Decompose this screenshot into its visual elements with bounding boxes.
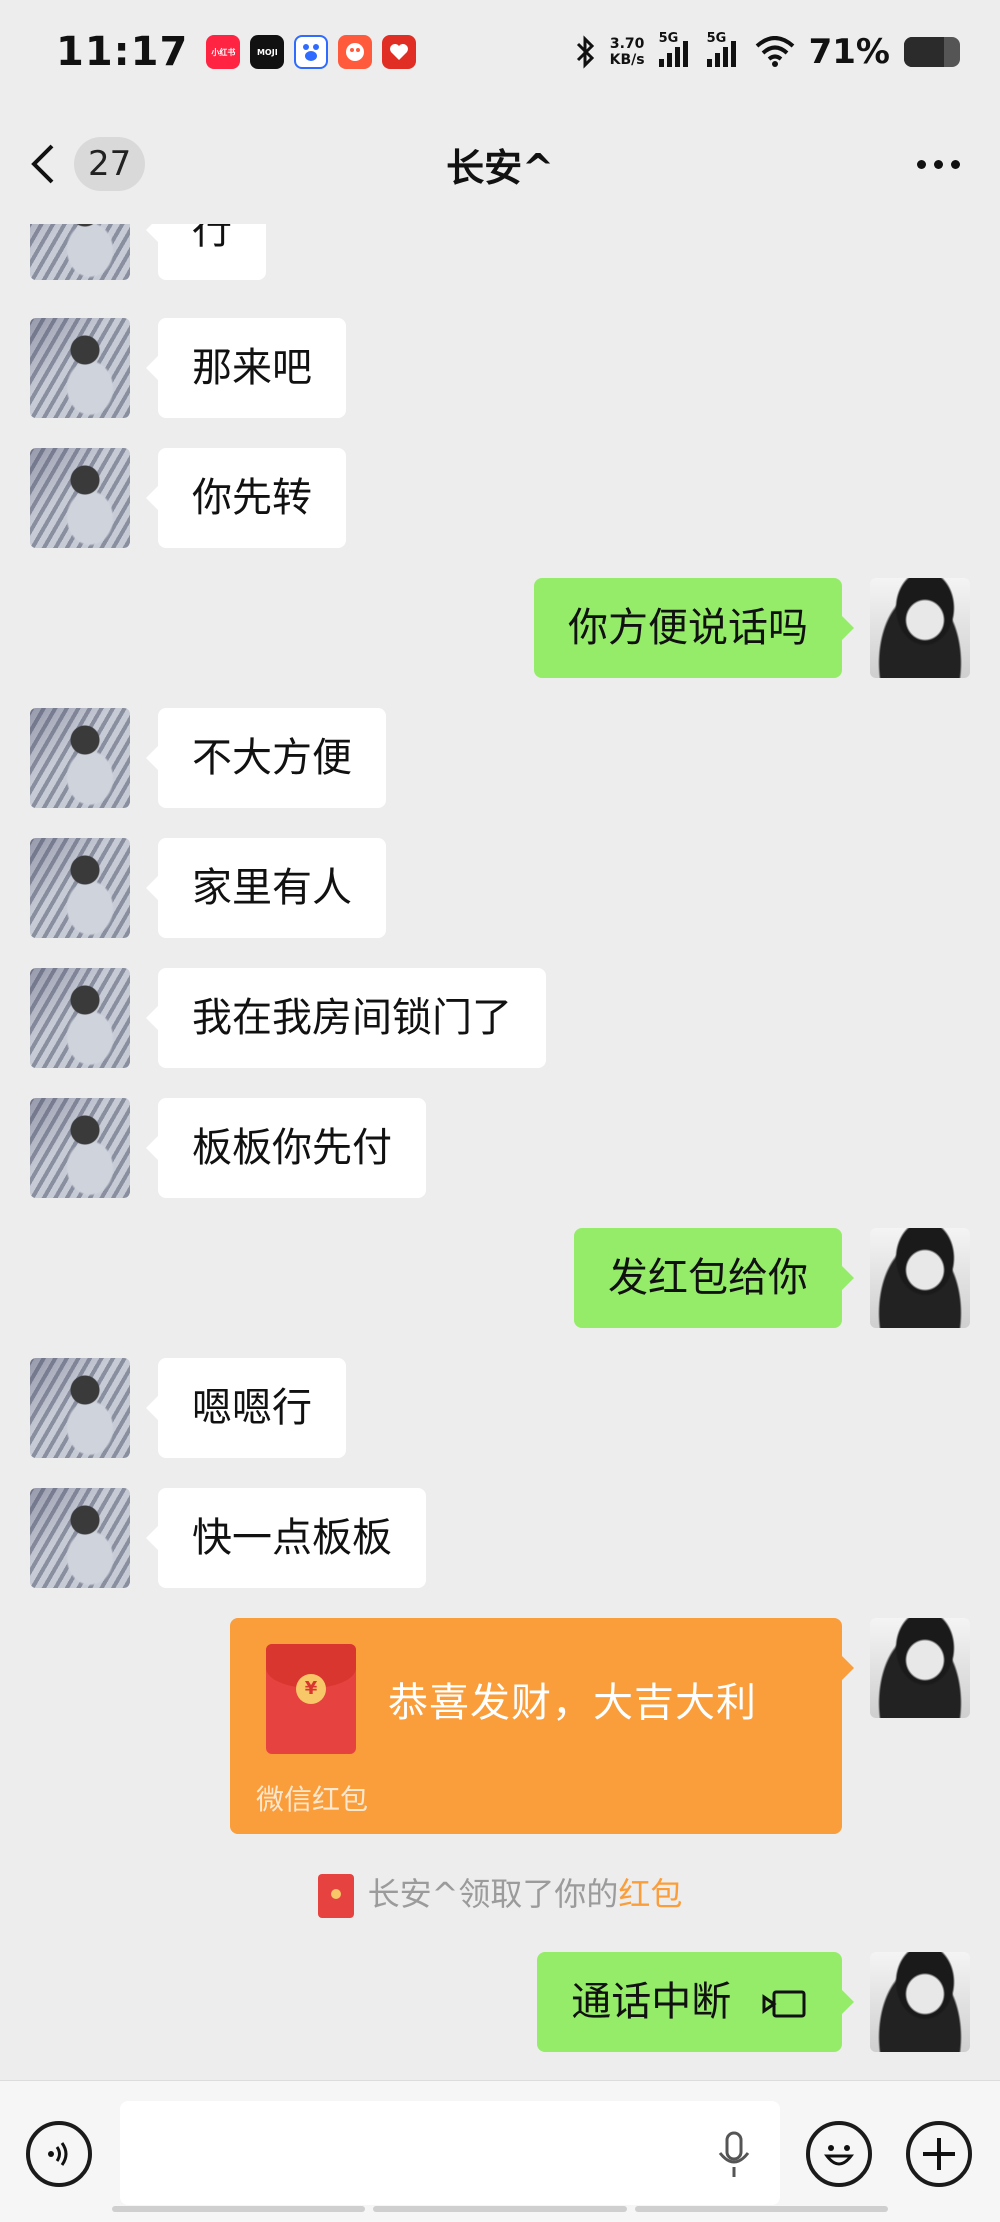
contact-avatar[interactable] xyxy=(30,968,130,1068)
signal-strength-1: 5G xyxy=(658,31,693,67)
network-speed: 3.70 KB/s xyxy=(610,36,645,68)
message-bubble[interactable]: 你先转 xyxy=(146,448,346,548)
battery-percent: 71% xyxy=(808,32,890,72)
video-call-icon xyxy=(762,1990,806,2018)
contact-avatar[interactable] xyxy=(30,224,130,280)
xiaohongshu-icon: 小红书 xyxy=(206,35,241,69)
contact-avatar[interactable] xyxy=(30,1098,130,1198)
voice-wave-icon xyxy=(48,2142,68,2166)
message-row: 你先转 xyxy=(0,448,1000,548)
signal-strength-2: 5G xyxy=(706,31,741,67)
chat-header: 27 长安^ xyxy=(0,104,1000,224)
red-packet-small-icon xyxy=(317,1874,354,1918)
contact-avatar[interactable] xyxy=(30,708,130,808)
smiley-icon xyxy=(823,2145,855,2166)
status-indicators: 3.70 KB/s 5G 5G 71% xyxy=(574,31,960,72)
network-speed-unit: KB/s xyxy=(609,52,645,68)
unread-count-badge[interactable]: 27 xyxy=(74,137,146,191)
microphone-icon[interactable] xyxy=(714,2131,754,2179)
contact-avatar[interactable] xyxy=(30,838,130,938)
message-bubble[interactable]: 板板你先付 xyxy=(146,1098,426,1198)
battery-level-fill xyxy=(904,37,944,67)
my-avatar[interactable] xyxy=(870,1952,970,2052)
message-row: 发红包给你 xyxy=(0,1228,1000,1328)
red-packet-row: ¥ 恭喜发财，大吉大利 微信红包 xyxy=(0,1618,1000,1834)
message-bubble[interactable]: 发红包给你 xyxy=(574,1228,854,1328)
baidu-icon xyxy=(294,35,329,69)
home-indicator xyxy=(112,2206,888,2212)
status-bar: 11:17 小红书 MOJI 3.70 KB/s 5G 5G 71% xyxy=(0,0,1000,104)
red-packet-link[interactable]: 红包 xyxy=(618,1875,682,1913)
message-row: 家里有人 xyxy=(0,838,1000,938)
plus-icon xyxy=(923,2138,955,2170)
network-speed-value: 3.70 xyxy=(609,36,645,52)
message-row: 你方便说话吗 xyxy=(0,578,1000,678)
message-bubble[interactable]: 我在我房间锁门了 xyxy=(146,968,546,1068)
wifi-icon xyxy=(755,36,794,67)
my-avatar[interactable] xyxy=(870,1228,970,1328)
system-notice-text: 长安^领取了你的 xyxy=(367,1875,619,1913)
status-time: 11:17 xyxy=(56,29,189,75)
voice-input-button[interactable] xyxy=(26,2121,92,2187)
call-message-text: 通话中断 xyxy=(571,1979,732,2025)
message-input[interactable] xyxy=(120,2101,780,2205)
red-packet-card[interactable]: ¥ 恭喜发财，大吉大利 微信红包 xyxy=(230,1618,854,1834)
signal-1-label: 5G xyxy=(658,31,679,46)
red-packet-greeting: 恭喜发财，大吉大利 xyxy=(388,1680,757,1726)
message-row: 我在我房间锁门了 xyxy=(0,968,1000,1068)
message-bubble[interactable]: 快一点板板 xyxy=(146,1488,426,1588)
call-message-row: 通话中断 xyxy=(0,1952,1000,2052)
notification-app-icons: 小红书 MOJI xyxy=(206,35,417,69)
message-row: 行 xyxy=(0,224,1000,280)
red-envelope-icon: ¥ xyxy=(266,1644,356,1754)
chat-title: 长安^ xyxy=(446,145,554,190)
contact-avatar[interactable] xyxy=(30,1358,130,1458)
contact-avatar[interactable] xyxy=(30,318,130,418)
more-options-icon[interactable] xyxy=(907,150,970,179)
emoji-button[interactable] xyxy=(806,2121,872,2187)
contact-avatar[interactable] xyxy=(30,1488,130,1588)
message-bubble[interactable]: 你方便说话吗 xyxy=(534,578,854,678)
message-bubble[interactable]: 嗯嗯行 xyxy=(146,1358,346,1458)
moji-icon: MOJI xyxy=(250,35,285,69)
message-row: 那来吧 xyxy=(0,318,1000,418)
message-row: 嗯嗯行 xyxy=(0,1358,1000,1458)
coin-icon: ¥ xyxy=(296,1674,326,1704)
bluetooth-icon xyxy=(576,35,594,69)
more-actions-button[interactable] xyxy=(906,2121,972,2187)
game-icon xyxy=(338,35,373,69)
message-row: 快一点板板 xyxy=(0,1488,1000,1588)
pinduoduo-icon xyxy=(382,35,417,69)
message-row: 板板你先付 xyxy=(0,1098,1000,1198)
message-bubble[interactable]: 不大方便 xyxy=(146,708,386,808)
input-bar xyxy=(0,2080,1000,2222)
message-bubble[interactable]: 行 xyxy=(146,224,266,280)
contact-avatar[interactable] xyxy=(30,448,130,548)
message-bubble[interactable]: 那来吧 xyxy=(146,318,346,418)
back-arrow-icon[interactable] xyxy=(30,134,70,194)
call-message-bubble[interactable]: 通话中断 xyxy=(537,1952,854,2052)
message-list[interactable]: 行 那来吧 你先转 你方便说话吗 不大方便 家里有人 我在我房间锁门了 板板你先… xyxy=(0,224,1000,2080)
my-avatar[interactable] xyxy=(870,578,970,678)
message-bubble[interactable]: 家里有人 xyxy=(146,838,386,938)
battery-icon xyxy=(904,37,960,67)
system-notice: 长安^领取了你的红包 xyxy=(0,1864,1000,1924)
message-row: 不大方便 xyxy=(0,708,1000,808)
my-avatar[interactable] xyxy=(870,1618,970,1718)
signal-2-label: 5G xyxy=(706,31,727,46)
red-packet-label: 微信红包 xyxy=(256,1783,369,1816)
